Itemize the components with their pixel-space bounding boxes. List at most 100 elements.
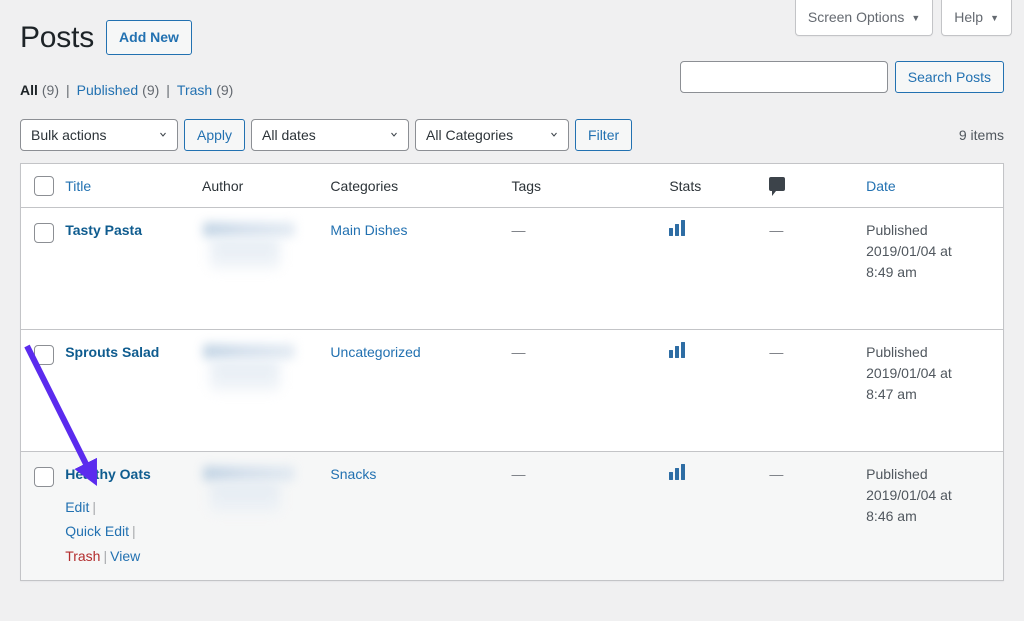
chevron-down-icon <box>389 130 399 140</box>
view-link[interactable]: View <box>110 548 140 564</box>
row-checkbox-cell <box>21 330 65 452</box>
row-tags-cell: — <box>511 452 669 580</box>
sort-by-title-link[interactable]: Title <box>65 178 91 194</box>
help-label: Help <box>954 6 983 28</box>
apply-button[interactable]: Apply <box>184 119 245 151</box>
screen-meta-links: Screen Options ▼ Help ▼ <box>795 0 1012 36</box>
bar-chart-icon[interactable] <box>669 220 685 236</box>
view-separator-2: | <box>159 76 177 104</box>
view-published-link[interactable]: Published <box>77 76 139 104</box>
row-title-cell: Tasty Pasta <box>65 208 202 330</box>
row-tags-cell: — <box>511 208 669 330</box>
quick-edit-link[interactable]: Quick Edit <box>65 523 129 539</box>
add-new-button[interactable]: Add New <box>106 20 192 55</box>
view-trash-link[interactable]: Trash <box>177 76 212 104</box>
separator: | <box>89 499 99 515</box>
comments-empty: — <box>769 466 783 482</box>
column-header-tags: Tags <box>511 164 669 208</box>
row-select-checkbox[interactable] <box>34 345 54 365</box>
sort-by-date-link[interactable]: Date <box>866 178 896 194</box>
row-stats-cell <box>669 208 769 330</box>
tags-empty: — <box>511 466 525 482</box>
post-date: 2019/01/04 at <box>866 485 1003 506</box>
view-all-count: (9) <box>42 76 59 104</box>
category-filter-select[interactable]: All Categories <box>415 119 569 151</box>
separator: | <box>66 76 70 104</box>
displaying-num: 9 items <box>959 119 1004 151</box>
row-date-cell: Published 2019/01/04 at 8:47 am <box>866 330 1003 452</box>
row-action-quick-edit-line: Quick Edit| <box>65 519 202 544</box>
post-date: 2019/01/04 at <box>866 241 1003 262</box>
post-title-link[interactable]: Tasty Pasta <box>65 220 142 242</box>
tags-empty: — <box>511 344 525 360</box>
category-link[interactable]: Main Dishes <box>330 222 407 238</box>
category-link[interactable]: Uncategorized <box>330 344 420 360</box>
row-actions: Edit| Quick Edit| Trash|View <box>65 495 202 569</box>
row-comments-cell: — <box>769 452 866 580</box>
chevron-down-icon: ▼ <box>911 14 920 23</box>
chevron-down-icon <box>158 130 168 140</box>
post-time: 8:47 am <box>866 384 1003 405</box>
post-title-link[interactable]: Sprouts Salad <box>65 342 159 364</box>
search-input[interactable] <box>680 61 888 93</box>
select-all-checkbox[interactable] <box>34 176 54 196</box>
row-checkbox-cell <box>21 208 65 330</box>
screen-options-button[interactable]: Screen Options ▼ <box>795 0 933 36</box>
posts-page-wrap: Posts Add New All (9) | Published (9) | … <box>0 0 1024 581</box>
author-redacted-extra <box>210 483 280 513</box>
view-all-link[interactable]: All <box>20 76 38 104</box>
search-posts-button[interactable]: Search Posts <box>895 61 1004 93</box>
row-action-trash-line: Trash|View <box>65 544 202 569</box>
view-published-count: (9) <box>142 76 159 104</box>
post-status: Published <box>866 220 1003 241</box>
row-categories-cell: Snacks <box>330 452 511 580</box>
column-header-stats: Stats <box>669 164 769 208</box>
bulk-actions-select[interactable]: Bulk actions <box>20 119 178 151</box>
comment-bubble-icon[interactable] <box>769 177 785 191</box>
column-header-comments <box>769 164 866 208</box>
view-trash-count: (9) <box>216 76 233 104</box>
separator: | <box>129 523 139 539</box>
page-title: Posts <box>20 18 94 57</box>
posts-table: Title Author Categories Tags Stats Date <box>20 163 1004 581</box>
edit-link[interactable]: Edit <box>65 499 89 515</box>
column-header-title: Title <box>65 164 202 208</box>
bar-chart-icon[interactable] <box>669 342 685 358</box>
row-tags-cell: — <box>511 330 669 452</box>
tablenav-actions: Bulk actions Apply All dates All Categor… <box>20 119 632 151</box>
row-categories-cell: Uncategorized <box>330 330 511 452</box>
trash-link[interactable]: Trash <box>65 548 100 564</box>
comments-empty: — <box>769 344 783 360</box>
view-published: Published (9) <box>77 76 160 104</box>
category-link[interactable]: Snacks <box>330 466 376 482</box>
row-date-cell: Published 2019/01/04 at 8:49 am <box>866 208 1003 330</box>
row-author-cell <box>202 452 330 580</box>
post-status: Published <box>866 342 1003 363</box>
screen-options-label: Screen Options <box>808 6 905 28</box>
chevron-down-icon <box>549 130 559 140</box>
row-title-cell: Healthy Oats Edit| Quick Edit| Trash|Vie… <box>65 452 202 580</box>
search-box: Search Posts <box>680 61 1004 93</box>
author-redacted <box>203 222 295 237</box>
author-redacted-extra <box>210 239 280 269</box>
row-select-checkbox[interactable] <box>34 223 54 243</box>
row-comments-cell: — <box>769 330 866 452</box>
row-comments-cell: — <box>769 208 866 330</box>
author-redacted <box>203 466 295 481</box>
view-all: All (9) <box>20 76 59 104</box>
author-redacted-extra <box>210 361 280 391</box>
filter-button[interactable]: Filter <box>575 119 632 151</box>
help-button[interactable]: Help ▼ <box>941 0 1012 36</box>
table-header-row: Title Author Categories Tags Stats Date <box>21 164 1003 208</box>
row-checkbox-cell <box>21 452 65 580</box>
chevron-down-icon: ▼ <box>990 14 999 23</box>
view-separator-1: | <box>59 76 77 104</box>
row-date-cell: Published 2019/01/04 at 8:46 am <box>866 452 1003 580</box>
column-header-categories: Categories <box>330 164 511 208</box>
tablenav-top: Bulk actions Apply All dates All Categor… <box>20 118 1004 152</box>
post-title-link[interactable]: Healthy Oats <box>65 464 151 486</box>
date-filter-select[interactable]: All dates <box>251 119 409 151</box>
post-time: 8:49 am <box>866 262 1003 283</box>
bar-chart-icon[interactable] <box>669 464 685 480</box>
row-select-checkbox[interactable] <box>34 467 54 487</box>
